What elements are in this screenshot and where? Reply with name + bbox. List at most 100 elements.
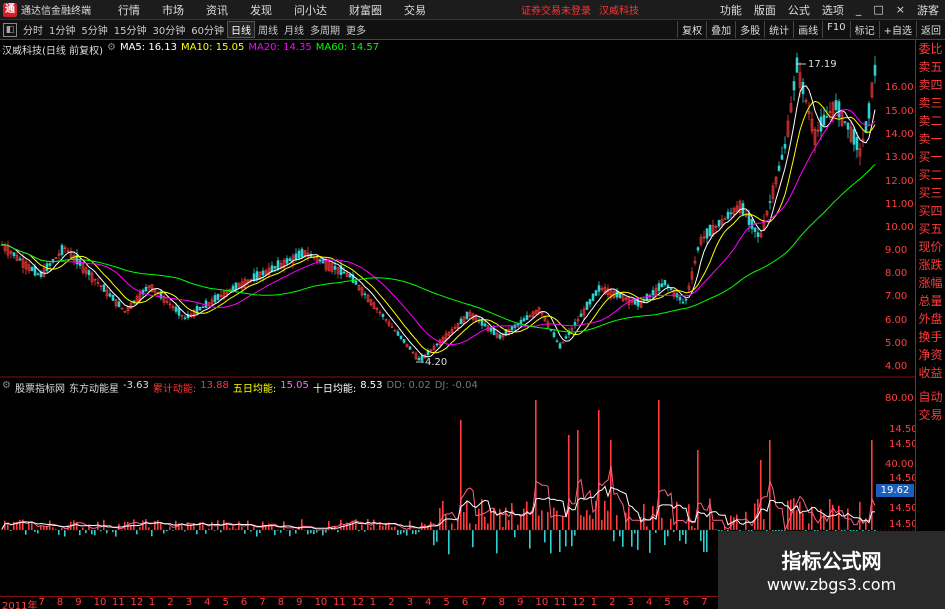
sidebar-item[interactable]: 卖二 bbox=[916, 112, 945, 130]
ma20-value: MA20: 14.35 bbox=[248, 42, 312, 53]
sidebar-item[interactable]: 买五 bbox=[916, 220, 945, 238]
momentum-bar bbox=[808, 523, 810, 530]
sidebar-item[interactable]: 外盘 bbox=[916, 310, 945, 328]
sub-settings-icon[interactable]: ⚙ bbox=[2, 380, 11, 395]
momentum-bar bbox=[583, 516, 585, 530]
sidebar-item[interactable]: 委比 bbox=[916, 40, 945, 58]
sidebar-item[interactable]: 涨幅 bbox=[916, 274, 945, 292]
momentum-bar bbox=[700, 530, 702, 541]
momentum-bar bbox=[250, 530, 252, 532]
candle-body bbox=[273, 266, 277, 269]
momentum-bar bbox=[511, 503, 513, 530]
date-tick: 5 bbox=[443, 597, 450, 608]
candle-body bbox=[873, 64, 877, 76]
indicator-source: 股票指标网 bbox=[14, 384, 65, 395]
sidebar-item[interactable]: 卖五 bbox=[916, 58, 945, 76]
watermark-banner: 指标公式网 www.zbgs3.com bbox=[718, 531, 945, 609]
sidebar-item[interactable]: 买二 bbox=[916, 166, 945, 184]
date-tick: 2 bbox=[167, 597, 174, 608]
candle-body bbox=[420, 355, 424, 361]
sidebar-item[interactable]: 涨跌 bbox=[916, 256, 945, 274]
momentum-bar bbox=[514, 530, 516, 538]
momentum-bar bbox=[280, 530, 282, 533]
momentum-bar bbox=[439, 508, 441, 530]
momentum-bar bbox=[580, 514, 582, 530]
momentum-bar bbox=[706, 530, 708, 553]
candle-body bbox=[792, 81, 796, 91]
momentum-bar bbox=[370, 527, 372, 530]
sidebar-item[interactable]: 净资 bbox=[916, 346, 945, 364]
candle-body bbox=[579, 313, 583, 318]
settings-icon[interactable]: ⚙ bbox=[107, 42, 116, 57]
cum-value: 13.88 bbox=[200, 380, 229, 391]
momentum-bar bbox=[259, 530, 261, 533]
ma10-value: MA10: 15.05 bbox=[180, 42, 245, 53]
candle-body bbox=[294, 253, 298, 260]
date-tick: 4 bbox=[645, 597, 653, 608]
sidebar-item[interactable]: 现价 bbox=[916, 238, 945, 256]
candle-body bbox=[60, 245, 64, 255]
sidebar-item[interactable]: 买一 bbox=[916, 148, 945, 166]
momentum-bar bbox=[313, 530, 315, 535]
sidebar-item[interactable]: 买三 bbox=[916, 184, 945, 202]
momentum-bar bbox=[568, 435, 570, 530]
momentum-bar bbox=[484, 516, 486, 530]
sidebar-item[interactable]: 卖四 bbox=[916, 76, 945, 94]
sidebar-trade[interactable]: 交易 bbox=[916, 406, 945, 424]
date-tick: 7 bbox=[38, 597, 45, 608]
date-tick: 2 bbox=[609, 597, 616, 608]
date-tick: 9 bbox=[517, 597, 524, 608]
candle-body bbox=[843, 121, 847, 123]
sidebar-item[interactable]: 卖三 bbox=[916, 94, 945, 112]
candle-body bbox=[408, 346, 412, 350]
momentum-bar bbox=[577, 430, 579, 530]
date-tick: 7 bbox=[259, 597, 266, 608]
date-tick: 8 bbox=[498, 597, 506, 608]
candle-body bbox=[834, 100, 838, 110]
date-tick: 10 bbox=[535, 597, 549, 608]
sidebar-item[interactable]: 总量 bbox=[916, 292, 945, 310]
candle-body bbox=[846, 122, 850, 130]
momentum-bar bbox=[115, 530, 117, 537]
kline-chart[interactable]: 17.19 4.20 bbox=[0, 0, 945, 609]
candle-body bbox=[216, 294, 220, 300]
momentum-bar bbox=[529, 530, 531, 549]
y-tick: 8.00 bbox=[885, 268, 908, 279]
momentum-bar bbox=[169, 526, 171, 530]
ten-value: 8.53 bbox=[360, 380, 383, 391]
candle-body bbox=[402, 339, 406, 343]
momentum-bar bbox=[310, 530, 312, 534]
date-tick: 6 bbox=[461, 597, 469, 608]
y-tick: 12.00 bbox=[885, 176, 914, 187]
date-axis: 2011年 7 8 9 10 11 12 1 2 3 4 5 6 7 8 9 10 11 12 1 2 3 4 5 6 7 8 9 10… bbox=[0, 596, 726, 609]
five-label: 五日均能: bbox=[232, 384, 277, 395]
momentum-bar bbox=[436, 530, 438, 542]
momentum-bar bbox=[34, 530, 36, 532]
momentum-bar bbox=[157, 520, 159, 530]
sidebar-item[interactable]: 换手 bbox=[916, 328, 945, 346]
momentum-bar bbox=[499, 508, 501, 530]
y-tick: 11.00 bbox=[885, 199, 914, 210]
date-tick: 8 bbox=[56, 597, 64, 608]
momentum-bar bbox=[796, 510, 798, 530]
momentum-bar bbox=[295, 530, 297, 534]
sidebar-item[interactable]: 卖一 bbox=[916, 130, 945, 148]
momentum-bar bbox=[160, 522, 162, 530]
sidebar-auto[interactable]: 自动 bbox=[916, 388, 945, 406]
momentum-bar bbox=[322, 530, 324, 536]
momentum-bar bbox=[268, 523, 270, 530]
candle-body bbox=[510, 326, 514, 331]
momentum-bar bbox=[670, 518, 672, 530]
sidebar-item[interactable]: 收益 bbox=[916, 364, 945, 382]
candle-body bbox=[18, 258, 22, 261]
candle-body bbox=[213, 295, 217, 303]
momentum-bar bbox=[58, 530, 60, 535]
momentum-bar bbox=[592, 518, 594, 530]
candle-body bbox=[111, 294, 115, 301]
momentum-bar bbox=[394, 526, 396, 530]
candle-body bbox=[717, 220, 721, 227]
candle-body bbox=[777, 165, 781, 171]
momentum-bar bbox=[550, 530, 552, 554]
sidebar-item[interactable]: 买四 bbox=[916, 202, 945, 220]
candle-body bbox=[825, 116, 829, 118]
